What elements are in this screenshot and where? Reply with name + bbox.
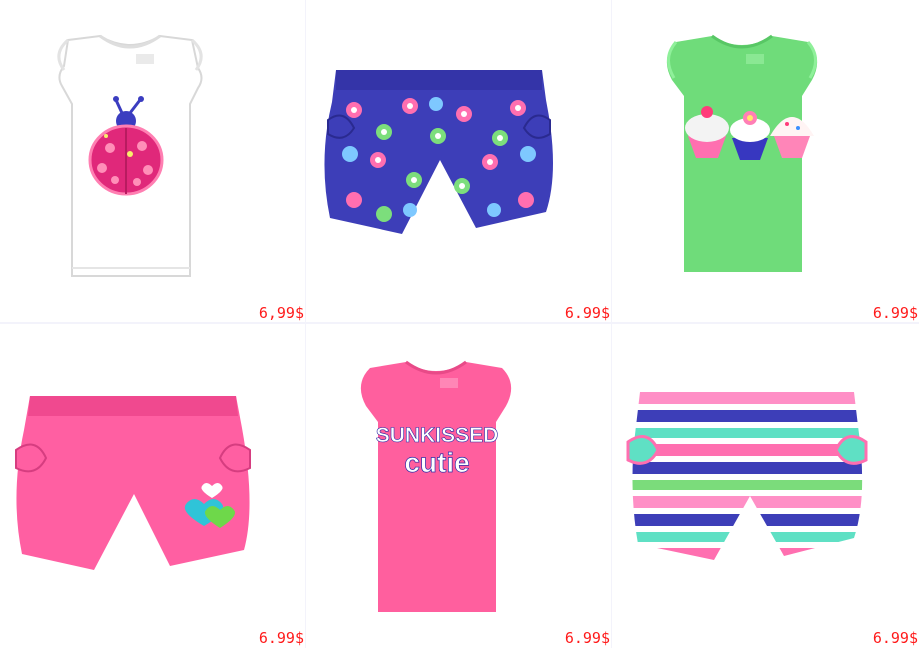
price-label: 6.99$: [258, 629, 304, 647]
ladybug-tee-image[interactable]: [30, 28, 230, 288]
product-grid: 6,99$ 6.99$ 6.99$ 6.99$ SUNKISSED cutie …: [0, 0, 919, 648]
product-card-flower-shorts[interactable]: 6.99$: [306, 0, 611, 322]
price-label: 6.99$: [564, 304, 610, 322]
cupcake-tee-image[interactable]: [642, 28, 842, 278]
product-card-cupcake-tee[interactable]: 6.99$: [612, 0, 919, 322]
price-label: 6.99$: [872, 629, 918, 647]
product-card-sunkissed-tee[interactable]: SUNKISSED cutie 6.99$: [306, 324, 611, 648]
price-label: 6,99$: [258, 304, 304, 322]
price-label: 6.99$: [564, 629, 610, 647]
price-label: 6.99$: [872, 304, 918, 322]
graphic-line2: cutie: [404, 447, 469, 478]
product-card-ladybug-tee[interactable]: 6,99$: [0, 0, 305, 322]
flower-shorts-image[interactable]: [314, 50, 564, 250]
heart-shorts-image[interactable]: [8, 386, 258, 576]
product-card-heart-shorts[interactable]: 6.99$: [0, 324, 305, 648]
striped-shorts-image[interactable]: [622, 386, 872, 566]
graphic-line1: SUNKISSED: [376, 424, 499, 447]
product-card-striped-shorts[interactable]: 6.99$: [612, 324, 919, 648]
sunkissed-tee-image[interactable]: SUNKISSED cutie: [336, 354, 536, 616]
